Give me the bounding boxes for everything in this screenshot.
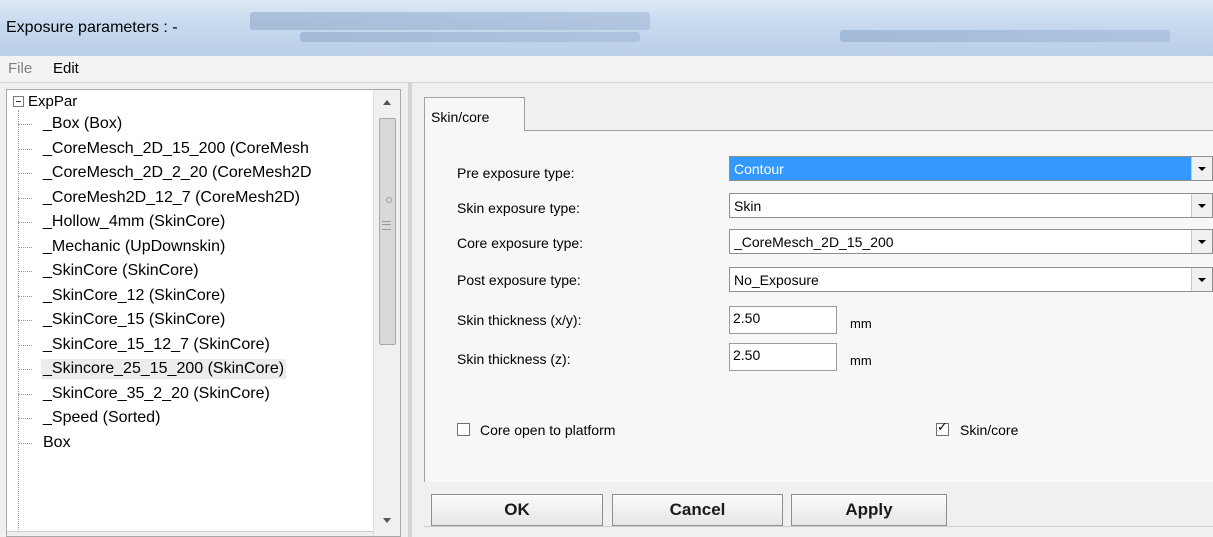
chevron-down-icon[interactable] [1191, 157, 1212, 180]
skin-core-checkbox[interactable] [936, 420, 949, 436]
tree-item[interactable]: _Skincore_25_15_200 (SkinCore) [18, 357, 287, 381]
tree-connector-line [18, 417, 32, 419]
core-open-checkbox[interactable] [457, 423, 470, 436]
blurred-title-region [300, 32, 640, 42]
tree-item-label: _Speed (Sorted) [43, 409, 161, 426]
tree-item[interactable]: _Box (Box) [18, 112, 124, 136]
tree-connector-line [18, 221, 32, 223]
tree-connector-line [18, 344, 32, 346]
post-exposure-combo[interactable]: No_Exposure [729, 267, 1213, 292]
scroll-down-icon[interactable] [383, 518, 391, 523]
tree-item[interactable]: _Speed (Sorted) [18, 406, 162, 430]
tree-connector-line [18, 270, 32, 272]
tree-item-label: _Hollow_4mm (SkinCore) [43, 213, 226, 230]
tree-connector-line [18, 148, 32, 150]
tree-connector-line [18, 442, 32, 444]
pre-exposure-value: Contour [734, 161, 784, 177]
scroll-up-icon[interactable] [383, 100, 391, 105]
pre-exposure-combo[interactable]: Contour [729, 156, 1213, 181]
tree-item-label: Box [43, 434, 71, 451]
tree-connector-line [18, 368, 32, 370]
skin-thickness-z-label: Skin thickness (z): [457, 351, 571, 367]
grip-dot-icon [386, 197, 392, 203]
core-exposure-label: Core exposure type: [457, 235, 584, 251]
window-title: Exposure parameters : - [6, 19, 178, 36]
chevron-down-icon[interactable] [1191, 268, 1212, 291]
blurred-title-region [250, 12, 650, 30]
panel-splitter[interactable] [408, 82, 412, 537]
tree-connector-line [18, 197, 32, 199]
exposure-tree[interactable]: ExpPar _Box (Box) _CoreMesch_2D_15_200 (C… [6, 89, 401, 537]
tree-item-label: _CoreMesh2D_12_7 (CoreMesh2D) [43, 189, 301, 206]
chevron-down-icon[interactable] [1191, 230, 1212, 253]
title-bar: Exposure parameters : - [0, 0, 1213, 56]
tree-item-label: _CoreMesch_2D_2_20 (CoreMesh2D [43, 164, 312, 181]
tree-item[interactable]: _SkinCore_35_2_20 (SkinCore) [18, 382, 272, 406]
skin-exposure-value: Skin [734, 198, 762, 214]
core-open-label: Core open to platform [480, 422, 616, 438]
tree-connector-line [18, 393, 32, 395]
tree-item[interactable]: _Hollow_4mm (SkinCore) [18, 210, 227, 234]
skin-thickness-z-input[interactable]: 2.50 [729, 343, 837, 371]
tree-item[interactable]: _SkinCore_15_12_7 (SkinCore) [18, 333, 272, 357]
skin-thickness-z-unit: mm [850, 353, 872, 368]
post-exposure-value: No_Exposure [734, 272, 819, 288]
core-exposure-value: _CoreMesch_2D_15_200 [734, 234, 894, 250]
skin-thickness-xy-input[interactable]: 2.50 [729, 306, 837, 334]
pre-exposure-label: Pre exposure type: [457, 165, 575, 181]
menu-file[interactable]: File [8, 60, 32, 77]
tree-item-label: _Box (Box) [43, 115, 123, 132]
tree-item[interactable]: _CoreMesch_2D_2_20 (CoreMesh2D [18, 161, 314, 185]
tree-connector-line [18, 295, 32, 297]
menu-edit[interactable]: Edit [53, 60, 79, 77]
skin-thickness-xy-value: 2.50 [733, 310, 761, 326]
grip-lines-icon [382, 221, 391, 230]
tree-item[interactable]: _CoreMesh2D_12_7 (CoreMesh2D) [18, 186, 302, 210]
tree-item-label: _CoreMesch_2D_15_200 (CoreMesh [43, 140, 309, 157]
apply-button[interactable]: Apply [791, 494, 947, 526]
collapse-icon[interactable] [13, 96, 24, 107]
tree-horizontal-scrollbar[interactable] [7, 531, 373, 536]
skin-thickness-xy-label: Skin thickness (x/y): [457, 312, 582, 328]
tree-item[interactable]: _SkinCore_12 (SkinCore) [18, 284, 227, 308]
tree-item[interactable]: _SkinCore (SkinCore) [18, 259, 201, 283]
tree-item-label: _Mechanic (UpDownskin) [43, 238, 226, 255]
tree-connector-line [18, 123, 32, 125]
tree-connector-line [18, 319, 32, 321]
tree-item-label: _SkinCore_35_2_20 (SkinCore) [43, 385, 270, 402]
tree-connector-line [18, 172, 32, 174]
tree-root[interactable]: ExpPar [13, 93, 77, 110]
bottom-divider [424, 526, 1213, 527]
ok-button[interactable]: OK [431, 494, 603, 526]
tree-item-label: _SkinCore_15_12_7 (SkinCore) [43, 336, 270, 353]
skin-thickness-xy-unit: mm [850, 316, 872, 331]
skin-exposure-combo[interactable]: Skin [729, 193, 1213, 218]
tree-connector-line [18, 246, 32, 248]
tree-root-label: ExpPar [28, 93, 78, 110]
tree-item-label: _SkinCore (SkinCore) [43, 262, 199, 279]
tree-item[interactable]: _Mechanic (UpDownskin) [18, 235, 227, 259]
cancel-button[interactable]: Cancel [612, 494, 783, 526]
tree-item-label: _Skincore_25_15_200 (SkinCore) [41, 359, 287, 379]
scrollbar-thumb[interactable] [379, 118, 396, 345]
skin-core-label: Skin/core [960, 422, 1019, 438]
post-exposure-label: Post exposure type: [457, 272, 581, 288]
chevron-down-icon[interactable] [1191, 194, 1212, 217]
tab-skin-core[interactable]: Skin/core [424, 97, 525, 131]
tree-item[interactable]: _CoreMesch_2D_15_200 (CoreMesh [18, 137, 311, 161]
skin-thickness-z-value: 2.50 [733, 347, 761, 363]
tree-item-label: _SkinCore_12 (SkinCore) [43, 287, 226, 304]
blurred-title-region [840, 30, 1170, 42]
skin-exposure-label: Skin exposure type: [457, 200, 580, 216]
tree-vertical-scrollbar[interactable] [373, 90, 400, 536]
tree-item[interactable]: Box [18, 431, 73, 455]
core-exposure-combo[interactable]: _CoreMesch_2D_15_200 [729, 229, 1213, 254]
menu-bar: File Edit [0, 56, 1213, 83]
tree-item[interactable]: _SkinCore_15 (SkinCore) [18, 308, 227, 332]
tree-item-label: _SkinCore_15 (SkinCore) [43, 311, 226, 328]
